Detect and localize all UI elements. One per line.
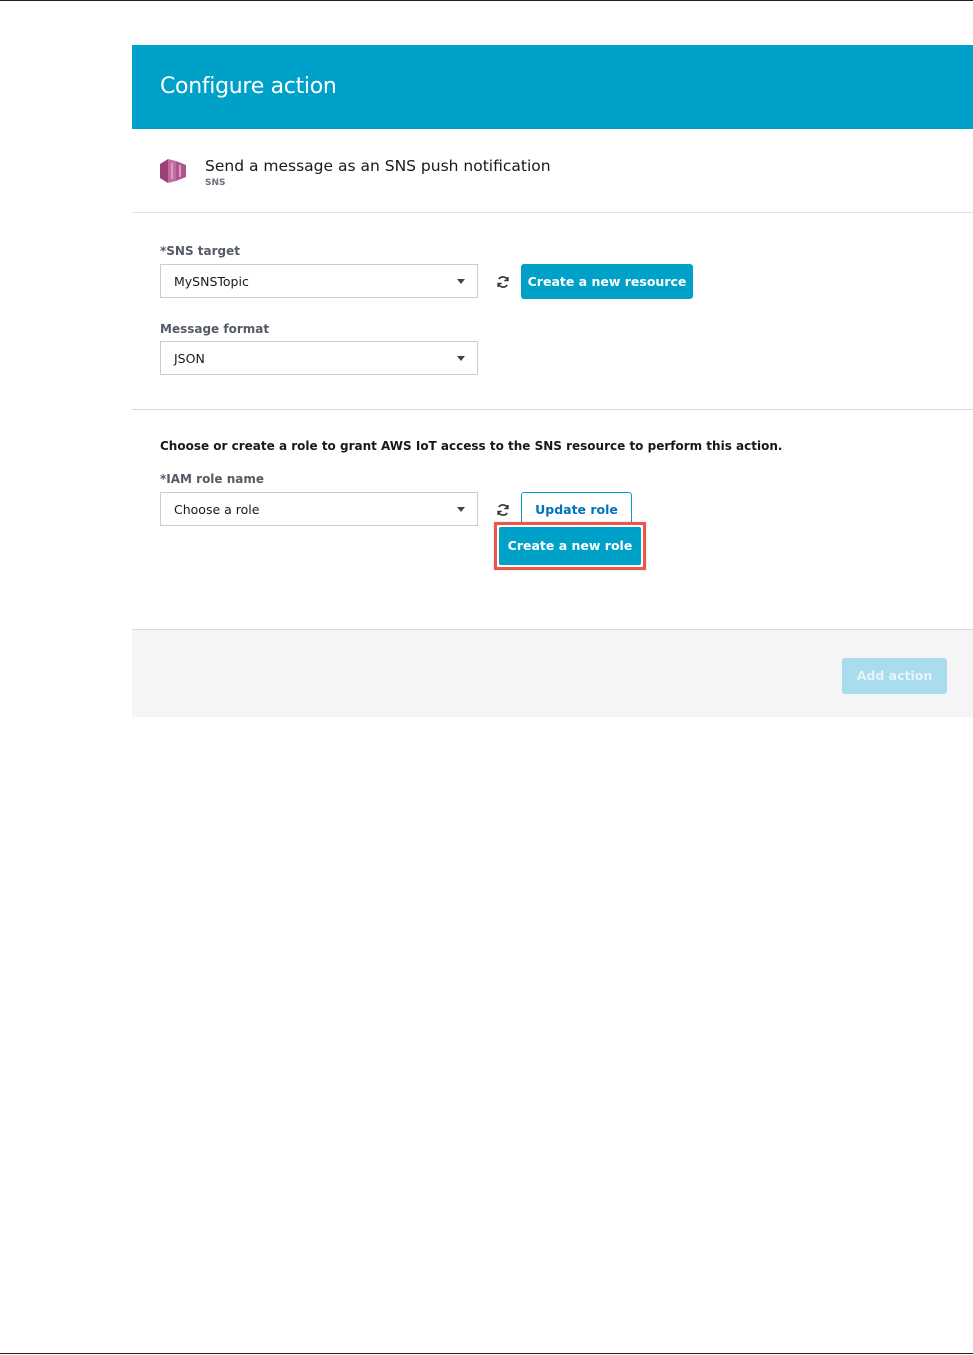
page-bottom-rule bbox=[0, 1353, 973, 1354]
create-resource-button[interactable]: Create a new resource bbox=[521, 264, 693, 299]
refresh-icon[interactable] bbox=[496, 503, 510, 517]
add-action-button[interactable]: Add action bbox=[842, 658, 947, 694]
page-top-rule bbox=[0, 0, 973, 1]
iam-role-section: Choose or create a role to grant AWS IoT… bbox=[132, 410, 973, 630]
configure-action-panel: Configure action Send a message as an SN… bbox=[132, 45, 973, 717]
action-summary: Send a message as an SNS push notificati… bbox=[132, 129, 973, 213]
create-role-button[interactable]: Create a new role bbox=[499, 527, 641, 565]
sns-target-select[interactable]: MySNSTopic bbox=[160, 264, 478, 298]
message-format-label: Message format bbox=[160, 322, 270, 336]
action-title: Send a message as an SNS push notificati… bbox=[205, 157, 551, 175]
iam-role-value: Choose a role bbox=[174, 502, 260, 517]
panel-header: Configure action bbox=[132, 45, 973, 129]
iam-role-select[interactable]: Choose a role bbox=[160, 492, 478, 526]
sns-icon bbox=[160, 159, 186, 183]
message-format-value: JSON bbox=[174, 351, 205, 366]
role-description: Choose or create a role to grant AWS IoT… bbox=[160, 439, 783, 453]
iam-role-label: *IAM role name bbox=[160, 472, 265, 486]
panel-footer: Add action bbox=[132, 630, 973, 717]
refresh-icon[interactable] bbox=[496, 275, 510, 289]
sns-target-label: *SNS target bbox=[160, 244, 240, 258]
chevron-down-icon bbox=[457, 356, 465, 361]
page-title: Configure action bbox=[160, 74, 337, 99]
message-format-select[interactable]: JSON bbox=[160, 341, 478, 375]
sns-settings-section: *SNS target MySNSTopic Create a new reso… bbox=[132, 213, 973, 410]
action-service-label: SNS bbox=[205, 178, 226, 188]
create-role-highlight: Create a new role bbox=[494, 522, 646, 570]
chevron-down-icon bbox=[457, 279, 465, 284]
sns-target-value: MySNSTopic bbox=[174, 274, 249, 289]
chevron-down-icon bbox=[457, 507, 465, 512]
